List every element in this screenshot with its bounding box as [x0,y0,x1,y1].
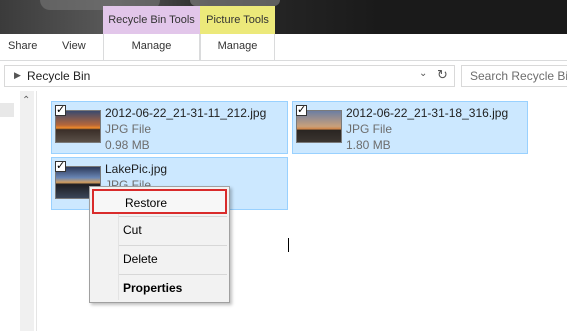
file-tile[interactable]: ✓ 2012-06-22_21-31-11_212.jpg JPG File 0… [51,101,288,154]
file-checkbox[interactable]: ✓ [55,161,66,172]
context-menu: Restore Cut Delete Properties [89,186,230,303]
menu-separator [119,216,227,217]
tab-share[interactable]: Share [8,40,37,52]
breadcrumb-chevron-icon[interactable]: ▶ [14,70,21,81]
file-checkbox[interactable]: ✓ [55,105,66,116]
menu-separator [119,274,227,275]
refresh-icon[interactable]: ↻ [437,67,448,83]
file-tile[interactable]: ✓ 2012-06-22_21-31-18_316.jpg JPG File 1… [292,101,528,154]
file-type: JPG File [346,122,393,136]
menu-item-delete[interactable]: Delete [92,247,227,272]
nav-selected-item[interactable] [0,103,14,117]
file-name: 2012-06-22_21-31-18_316.jpg [346,106,509,120]
file-size: 1.80 MB [346,138,391,152]
file-checkbox[interactable]: ✓ [296,105,307,116]
picture-tools-group: Picture Tools Manage [200,6,275,60]
menu-item-label: Restore [125,196,168,210]
menu-item-label: Cut [123,223,142,237]
recycle-bin-tools-header: Recycle Bin Tools [103,6,200,34]
tab-recycle-bin-manage[interactable]: Manage [103,34,200,60]
search-input[interactable] [470,69,567,83]
picture-tools-header: Picture Tools [200,6,275,34]
tab-view[interactable]: View [62,40,86,52]
navigation-pane: ⌃ [0,91,37,331]
menu-item-label: Delete [123,252,158,266]
address-row: ▶ Recycle Bin ⌄ ↻ [0,61,567,91]
menu-item-restore[interactable]: Restore [92,189,227,214]
breadcrumb-recycle-bin[interactable]: Recycle Bin [27,69,90,83]
recycle-bin-tools-group: Recycle Bin Tools Manage [103,6,200,60]
menu-item-cut[interactable]: Cut [92,218,227,243]
file-name: LakePic.jpg [105,162,168,176]
tab-picture-manage[interactable]: Manage [200,34,275,60]
nav-scrollbar[interactable]: ⌃ [20,91,34,331]
file-size: 0.98 MB [105,138,150,152]
menu-item-properties[interactable]: Properties [92,276,227,301]
ribbon-tab-bar: Share View Recycle Bin Tools Manage Pict… [0,6,567,61]
file-name: 2012-06-22_21-31-11_212.jpg [105,106,267,120]
address-history-dropdown-icon[interactable]: ⌄ [419,68,427,79]
menu-item-label: Properties [123,281,183,295]
scrollbar-thumb[interactable] [22,111,32,271]
search-box[interactable] [461,65,567,87]
address-bar[interactable]: ▶ Recycle Bin ⌄ ↻ [4,65,455,87]
text-cursor [288,238,289,252]
scroll-up-icon[interactable]: ⌃ [22,95,30,106]
file-type: JPG File [105,122,152,136]
menu-separator [119,245,227,246]
title-area-background [0,0,567,34]
